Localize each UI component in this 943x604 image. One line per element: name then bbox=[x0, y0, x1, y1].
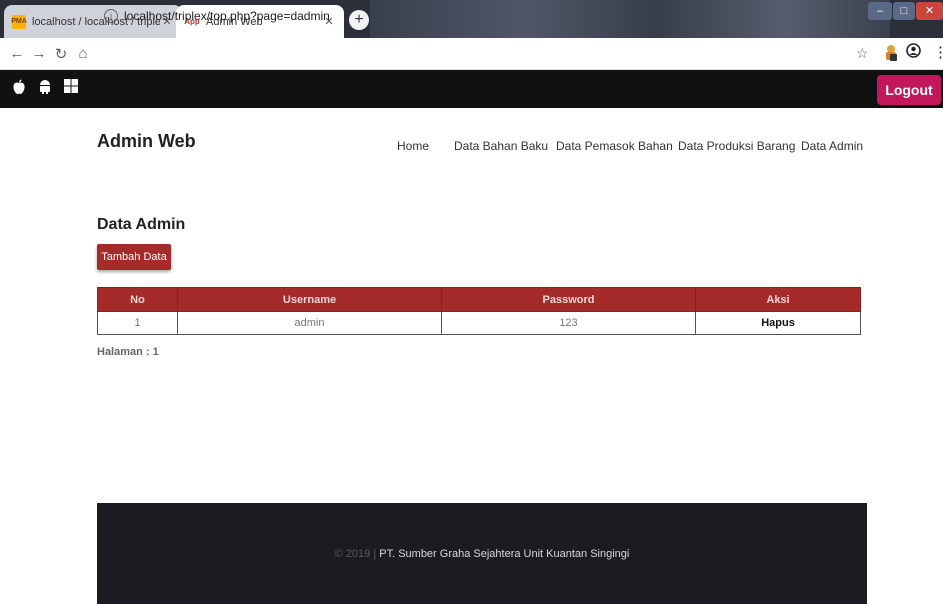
android-icon[interactable] bbox=[38, 79, 52, 99]
forward-icon[interactable]: → bbox=[28, 45, 50, 62]
admin-table: No Username Password Aksi 1 admin 123 Ha… bbox=[97, 287, 861, 335]
reload-icon[interactable]: ↻ bbox=[50, 45, 72, 63]
browser-toolbar: ← → ↻ ⌂ bbox=[0, 38, 943, 70]
nav-data-admin[interactable]: Data Admin bbox=[801, 139, 863, 153]
back-icon[interactable]: ← bbox=[6, 45, 28, 62]
windows-icon[interactable] bbox=[64, 79, 78, 99]
column-header-username: Username bbox=[177, 287, 442, 312]
nav-data-produksi-barang[interactable]: Data Produksi Barang bbox=[678, 139, 795, 153]
site-brand[interactable]: Admin Web bbox=[97, 131, 196, 152]
pagination-label: Halaman : 1 bbox=[97, 346, 159, 358]
cell-username: admin bbox=[177, 311, 442, 335]
cell-no: 1 bbox=[97, 311, 178, 335]
home-icon[interactable]: ⌂ bbox=[72, 45, 94, 62]
window-close-icon[interactable]: ✕ bbox=[916, 2, 943, 20]
footer-org: PT. Sumber Graha Sejahtera Unit Kuantan … bbox=[379, 547, 630, 560]
phpmyadmin-icon: PMA bbox=[11, 14, 27, 29]
delete-link[interactable]: Hapus bbox=[695, 311, 861, 335]
info-icon[interactable]: i bbox=[104, 9, 118, 23]
site-footer: © 2019 | PT. Sumber Graha Sejahtera Unit… bbox=[97, 503, 867, 604]
maximize-icon[interactable]: □ bbox=[893, 2, 915, 20]
apple-icon[interactable] bbox=[12, 79, 26, 99]
add-data-button[interactable]: Tambah Data bbox=[97, 244, 171, 270]
address-bar[interactable]: i localhost/triplex/top.php?page=dadmin bbox=[104, 5, 864, 27]
column-header-aksi: Aksi bbox=[695, 287, 861, 312]
kebab-menu-icon[interactable]: ⋮ bbox=[933, 43, 943, 61]
column-header-password: Password bbox=[441, 287, 696, 312]
profile-icon[interactable] bbox=[906, 43, 921, 62]
extension-icon[interactable] bbox=[883, 44, 899, 62]
nav-data-pemasok-bahan[interactable]: Data Pemasok Bahan bbox=[556, 139, 673, 153]
site-top-bar: Logout bbox=[0, 70, 943, 108]
nav-home[interactable]: Home bbox=[397, 139, 429, 153]
address-text: localhost/triplex/top.php?page=dadmin bbox=[124, 9, 330, 23]
logout-button[interactable]: Logout bbox=[877, 75, 941, 105]
cell-password: 123 bbox=[441, 311, 696, 335]
table-header-row: No Username Password Aksi bbox=[97, 287, 861, 312]
table-row: 1 admin 123 Hapus bbox=[97, 311, 861, 335]
page-title: Data Admin bbox=[97, 216, 186, 233]
bookmark-star-icon[interactable]: ☆ bbox=[856, 45, 869, 62]
footer-year: © 2019 | bbox=[334, 547, 377, 560]
minimize-icon[interactable]: – bbox=[868, 2, 892, 20]
nav-data-bahan-baku[interactable]: Data Bahan Baku bbox=[454, 139, 548, 153]
column-header-no: No bbox=[97, 287, 178, 312]
